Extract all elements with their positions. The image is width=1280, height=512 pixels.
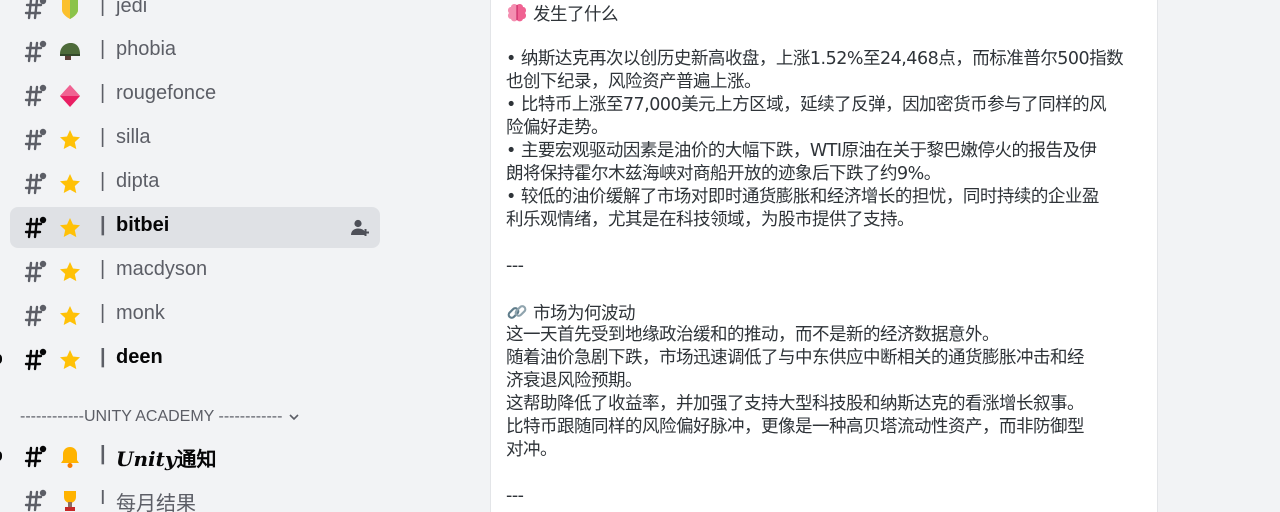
text-channel-thread-icon xyxy=(24,489,47,512)
military-helmet-icon xyxy=(60,43,80,60)
channel-name: Unity通知 xyxy=(116,447,217,471)
text-channel-thread-icon xyxy=(24,128,47,151)
channel-name: rougefonce xyxy=(116,82,217,104)
divider-text: --- xyxy=(506,486,524,506)
channel-separator: | xyxy=(100,443,106,465)
trophy-icon xyxy=(64,491,76,511)
message-line: 险偏好走势。 xyxy=(506,118,609,138)
channel-name: deen xyxy=(116,346,163,368)
channel-rougefonce[interactable]: | rougefonce xyxy=(10,75,380,116)
text-channel-thread-icon xyxy=(24,348,47,371)
text-channel-thread-icon xyxy=(24,84,47,107)
shield-badge-icon xyxy=(62,0,78,19)
message-line: 这一天首先受到地缘政治缓和的推动，而不是新的经济数据意外。 xyxy=(506,325,1000,345)
channel-separator: | xyxy=(100,170,106,192)
message-line: • 比特币上涨至77,000美元上方区域，延续了反弹，因加密货币参与了同样的风 xyxy=(506,95,1107,115)
gutter xyxy=(392,0,490,512)
channel-name: macdyson xyxy=(116,258,208,280)
divider-text: --- xyxy=(506,256,524,276)
message-line: 济衰退风险预期。 xyxy=(506,371,643,391)
channel-separator: I xyxy=(100,487,106,509)
star-icon xyxy=(60,218,80,238)
channel-separator: | xyxy=(100,258,106,280)
message-line: • 较低的油价缓解了市场对即时通货膨胀和经济增长的担忧，同时持续的企业盈 xyxy=(506,187,1099,207)
channel-dipta[interactable]: | dipta xyxy=(10,163,380,204)
channel-separator: | xyxy=(100,214,106,236)
message-content: 发生了什么 • 纳斯达克再次以创历史新高收盘，上涨1.52%至24,468点，而… xyxy=(490,0,1158,512)
channel-name: silla xyxy=(116,126,151,148)
bell-icon xyxy=(61,447,79,468)
channel-silla[interactable]: | silla xyxy=(10,119,380,160)
channel-name: monk xyxy=(116,302,165,324)
channel-name: bitbei xyxy=(116,214,170,236)
channel-jedi[interactable]: | jedi xyxy=(10,0,380,29)
chevron-down-icon xyxy=(289,414,300,421)
brain-icon xyxy=(507,3,527,22)
message-line: 对冲。 xyxy=(506,440,558,460)
message-line: 朗将保持霍尔木兹海峡对商船开放的迹象后下跌了约9%。 xyxy=(506,164,941,184)
right-gutter xyxy=(1158,0,1280,512)
star-icon xyxy=(60,350,80,370)
star-icon xyxy=(60,262,80,282)
channel-monthly-results[interactable]: I 每月结果 xyxy=(10,480,380,512)
section-why-market-moved-heading: 市场为何波动 xyxy=(506,301,1146,324)
message-line: 也创下纪录，风险资产普遍上涨。 xyxy=(506,72,762,92)
text-channel-thread-icon xyxy=(24,445,47,468)
section-what-happened-heading: 发生了什么 xyxy=(506,2,1146,25)
star-icon xyxy=(60,130,80,150)
channel-macdyson[interactable]: | macdyson xyxy=(10,251,380,292)
channel-separator: | xyxy=(100,82,106,104)
text-channel-thread-icon xyxy=(24,260,47,283)
star-icon xyxy=(60,174,80,194)
channel-name: jedi xyxy=(116,0,148,17)
diamond-icon xyxy=(60,85,80,107)
unread-indicator xyxy=(0,354,2,364)
text-channel-thread-icon xyxy=(24,172,47,195)
text-channel-thread-icon xyxy=(24,216,47,239)
channel-sidebar: | jedi | phobia | rougefonce | silla | d… xyxy=(0,0,392,512)
category-unity-academy[interactable]: ------------UNITY ACADEMY ------------ xyxy=(20,406,380,428)
create-invite-icon[interactable] xyxy=(350,218,370,238)
channel-separator: | xyxy=(100,38,106,60)
text-channel-thread-icon xyxy=(24,304,47,327)
channel-phobia[interactable]: | phobia xyxy=(10,31,380,72)
channel-name: 每月结果 xyxy=(116,493,196,512)
channel-monk[interactable]: | monk xyxy=(10,295,380,336)
channel-separator: | xyxy=(100,346,106,368)
channel-unity-notice[interactable]: | Unity通知 xyxy=(0,436,380,477)
channel-deen[interactable]: | deen xyxy=(0,339,380,380)
message-line: 这帮助降低了收益率，并加强了支持大型科技股和纳斯达克的看涨增长叙事。 xyxy=(506,394,1085,414)
channel-separator: | xyxy=(100,126,106,148)
category-label: ------------UNITY ACADEMY ------------ xyxy=(20,408,283,425)
message-line: • 纳斯达克再次以创历史新高收盘，上涨1.52%至24,468点，而标准普尔50… xyxy=(506,49,1124,69)
link-icon xyxy=(507,305,527,319)
star-icon xyxy=(60,306,80,326)
message-line: • 主要宏观驱动因素是油价的大幅下跌，WTI原油在关于黎巴嫩停火的报告及伊 xyxy=(506,141,1097,161)
message-line: 随着油价急剧下跌，市场迅速调低了与中东供应中断相关的通货膨胀冲击和经 xyxy=(506,348,1085,368)
channel-name: dipta xyxy=(116,170,160,192)
channel-name: phobia xyxy=(116,38,177,60)
channel-separator: | xyxy=(100,0,106,17)
message-line: 比特币跟随同样的风险偏好脉冲，更像是一种高贝塔流动性资产，而非防御型 xyxy=(506,417,1085,437)
unread-indicator xyxy=(0,451,2,461)
text-channel-thread-icon xyxy=(24,0,47,20)
channel-bitbei[interactable]: | bitbei xyxy=(10,207,380,248)
text-channel-thread-icon xyxy=(24,40,47,63)
message-line: 利乐观情绪，尤其是在科技领域，为股市提供了支持。 xyxy=(506,210,915,230)
channel-separator: | xyxy=(100,302,106,324)
